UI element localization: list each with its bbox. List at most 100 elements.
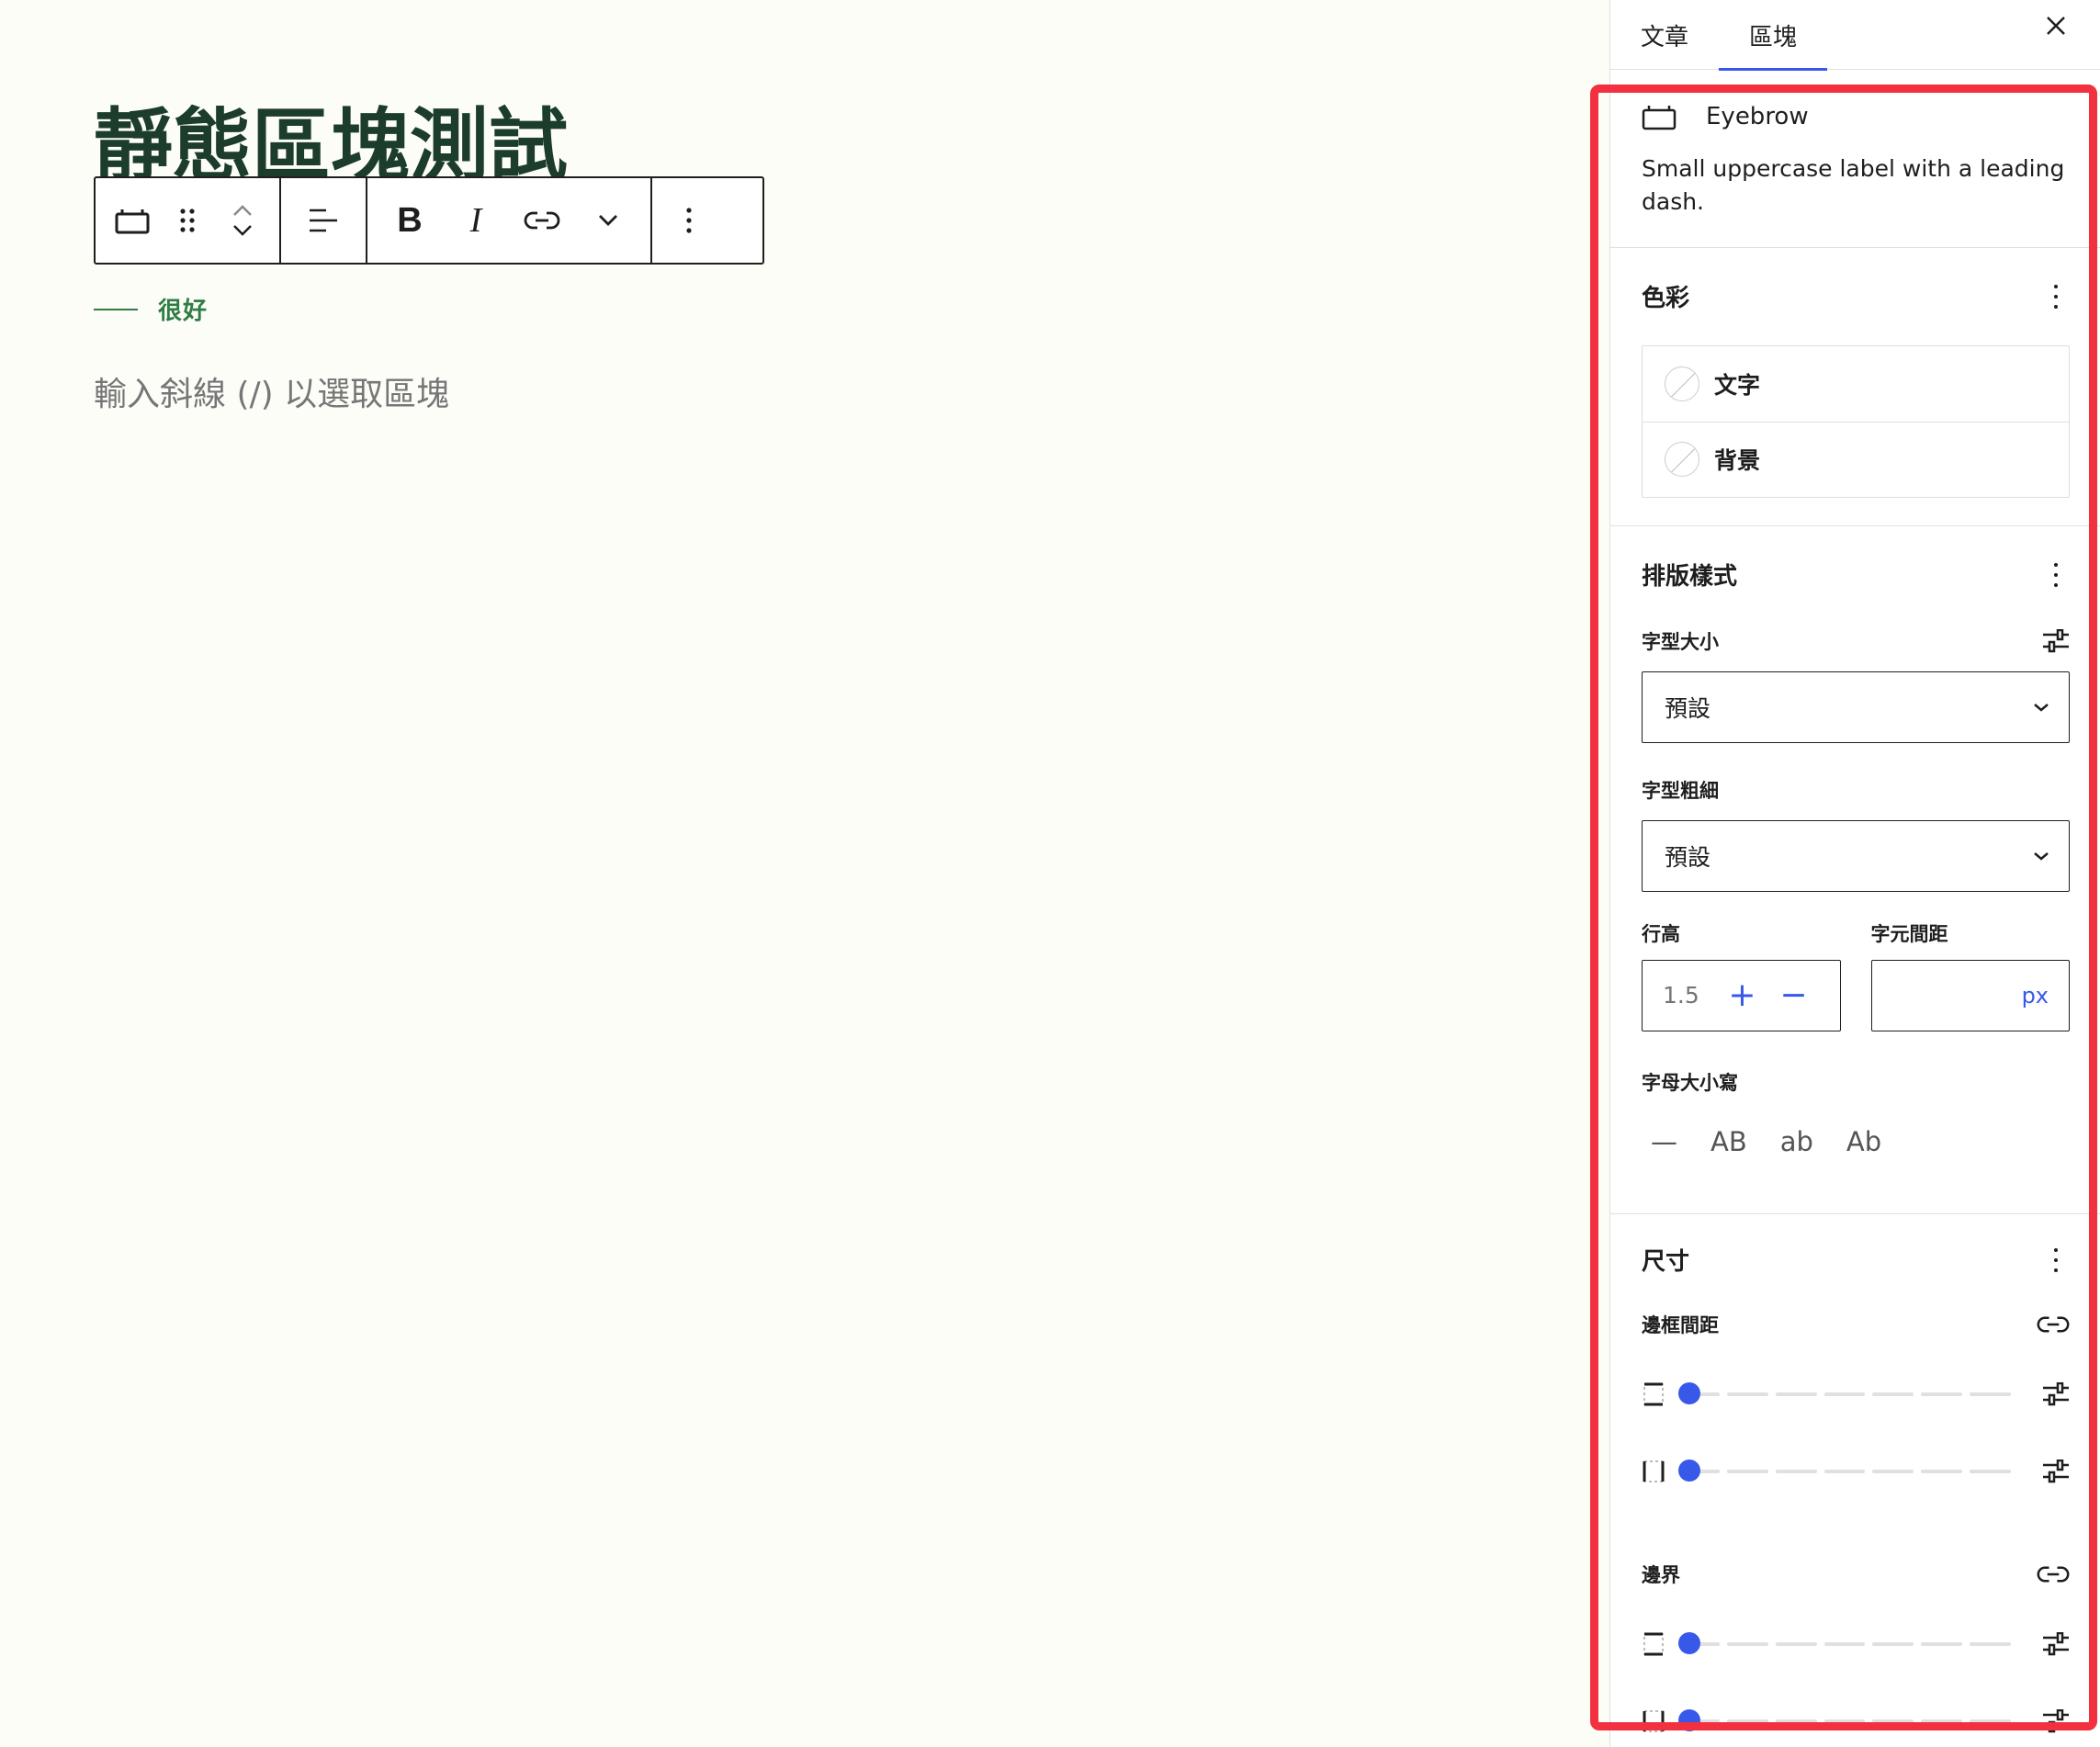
block-appender-placeholder[interactable]: 輸入斜線 (/) 以選取區塊	[94, 367, 449, 415]
toolbar-group-block	[96, 178, 281, 263]
font-size-label: 字型大小	[1642, 630, 1719, 653]
letter-spacing-unit[interactable]: px	[2022, 983, 2049, 1009]
padding-header: 邊框間距	[1642, 1306, 2070, 1343]
increment-button[interactable]: +	[1717, 976, 1768, 1014]
align-left-icon	[310, 209, 337, 232]
dimensions-options-button[interactable]	[2042, 1242, 2070, 1279]
more-formats-button[interactable]	[575, 178, 641, 263]
link-icon	[2037, 1316, 2070, 1332]
block-type-icon	[1642, 106, 1677, 130]
block-card-description: Small uppercase label with a leading das…	[1642, 155, 2065, 216]
sliders-icon	[2043, 1381, 2069, 1405]
sliders-icon	[2043, 1631, 2069, 1655]
block-type-icon	[115, 209, 150, 234]
eyebrow-dash	[94, 308, 138, 310]
letter-case-options: — AB ab Ab	[1642, 1096, 2070, 1188]
block-options-button[interactable]	[661, 178, 717, 263]
padding-horizontal-custom-button[interactable]	[2042, 1459, 2070, 1483]
slider-thumb[interactable]	[1678, 1459, 1700, 1482]
drag-handle[interactable]	[160, 178, 215, 263]
decrement-button[interactable]: −	[1768, 976, 1820, 1014]
color-item-background[interactable]: 背景	[1643, 421, 2069, 497]
typography-options-button[interactable]	[2042, 557, 2070, 593]
dimensions-panel: 尺寸 邊框間距 邊界	[1610, 1214, 2100, 1747]
margin-horizontal-slider[interactable]	[1678, 1708, 2012, 1735]
margin-vertical-row	[1642, 1606, 2070, 1683]
line-height-field: 行高 1.5 + −	[1642, 919, 1841, 1031]
padding-horizontal-slider[interactable]	[1678, 1458, 2012, 1485]
typography-panel-header: 排版樣式	[1642, 543, 2070, 607]
color-panel: 色彩 文字 背景	[1610, 248, 2100, 526]
color-panel-title: 色彩	[1642, 285, 1690, 312]
slider-thumb[interactable]	[1678, 1381, 1700, 1404]
slider-thumb[interactable]	[1678, 1708, 1700, 1731]
drag-handle-icon	[180, 209, 195, 232]
bold-button[interactable]: B	[377, 178, 443, 263]
empty-swatch-icon	[1665, 442, 1699, 477]
letter-case-label: 字母大小寫	[1642, 1071, 1738, 1094]
margin-horizontal-custom-button[interactable]	[2042, 1708, 2070, 1733]
block-mover	[215, 178, 270, 263]
padding-link-sides-button[interactable]	[2037, 1314, 2070, 1335]
post-title[interactable]: 靜態區塊測試	[94, 101, 682, 176]
empty-swatch-icon	[1665, 366, 1699, 401]
slider-thumb[interactable]	[1678, 1631, 1700, 1654]
chevron-down-icon	[599, 215, 617, 226]
letter-spacing-label: 字元間距	[1870, 922, 1948, 945]
line-height-value[interactable]: 1.5	[1663, 982, 1717, 1009]
eyebrow-text[interactable]: 很好	[158, 292, 208, 326]
chevron-down-icon	[2034, 703, 2049, 712]
line-height-label: 行高	[1642, 922, 1680, 945]
margin-horizontal-row	[1642, 1683, 2070, 1747]
letter-spacing-input[interactable]: px	[1870, 959, 2070, 1031]
font-size-custom-button[interactable]	[2042, 628, 2070, 653]
settings-sidebar: 文章 區塊 Eyebrow Small uppercase label with…	[1609, 0, 2100, 1747]
font-size-select[interactable]: 預設	[1642, 671, 2070, 743]
letter-case-none[interactable]: —	[1651, 1126, 1677, 1157]
link-button[interactable]	[509, 178, 575, 263]
margin-link-sides-button[interactable]	[2037, 1564, 2070, 1584]
sliders-icon	[2043, 1459, 2069, 1482]
editor-canvas: 靜態區塊測試 B I 很好 輸入斜線 (/) 以選取區塊	[0, 0, 1609, 1747]
align-button[interactable]	[290, 178, 356, 263]
block-card: Eyebrow Small uppercase label with a lea…	[1610, 70, 2100, 248]
padding-horizontal-row	[1642, 1433, 2070, 1510]
block-card-header: Eyebrow	[1642, 103, 2070, 130]
close-icon	[2047, 17, 2065, 35]
font-weight-select[interactable]: 預設	[1642, 819, 2070, 892]
side-horizontal-icon	[1643, 1460, 1665, 1482]
italic-button[interactable]: I	[443, 178, 509, 263]
link-icon	[2037, 1566, 2070, 1582]
letter-case-uppercase[interactable]: AB	[1710, 1126, 1747, 1157]
margin-vertical-slider[interactable]	[1678, 1630, 2012, 1658]
font-size-value: 預設	[1665, 694, 1711, 722]
chevron-down-icon	[2034, 851, 2049, 861]
color-item-text[interactable]: 文字	[1643, 346, 2069, 422]
block-card-title: Eyebrow	[1706, 103, 1809, 130]
block-type-button[interactable]	[105, 178, 160, 263]
padding-vertical-row	[1642, 1356, 2070, 1433]
margin-vertical-custom-button[interactable]	[2042, 1631, 2070, 1656]
dimensions-panel-header: 尺寸	[1642, 1214, 2070, 1306]
sliders-icon	[2043, 1708, 2069, 1732]
side-vertical-icon	[1643, 1632, 1664, 1655]
move-down-icon[interactable]	[231, 224, 254, 237]
padding-vertical-custom-button[interactable]	[2042, 1381, 2070, 1406]
tab-block[interactable]: 區塊	[1719, 0, 1828, 71]
typography-panel: 排版樣式 字型大小 預設 字型粗細 預設 行高 1.5 + − 字元間距 px …	[1610, 543, 2100, 1214]
color-options-button[interactable]	[2042, 278, 2070, 315]
line-height-input[interactable]: 1.5 + −	[1642, 959, 1841, 1031]
tab-post[interactable]: 文章	[1610, 0, 1719, 70]
padding-vertical-slider[interactable]	[1678, 1381, 2012, 1408]
toolbar-group-format: B I	[367, 178, 652, 263]
eyebrow-block[interactable]: 很好	[94, 292, 208, 326]
letter-case-capitalize[interactable]: Ab	[1846, 1126, 1881, 1157]
letter-case-lowercase[interactable]: ab	[1780, 1126, 1813, 1157]
sliders-icon	[2043, 628, 2069, 652]
color-item-label: 文字	[1714, 371, 1761, 399]
font-size-label-row: 字型大小	[1642, 624, 2070, 659]
close-sidebar-button[interactable]	[2030, 0, 2082, 51]
font-weight-label: 字型粗細	[1642, 779, 1719, 802]
link-icon	[524, 211, 560, 230]
move-up-icon[interactable]	[231, 204, 254, 217]
